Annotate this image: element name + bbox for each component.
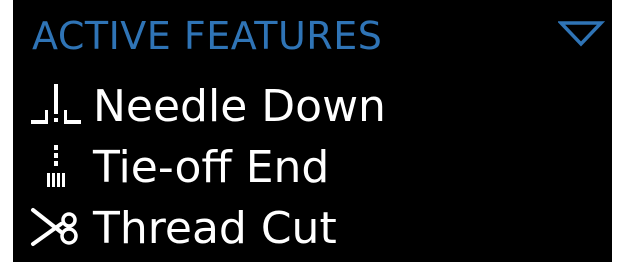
triangle-down-icon	[558, 21, 606, 47]
panel-header: ACTIVE FEATURES	[32, 10, 382, 62]
scissors-icon	[13, 200, 91, 258]
feature-label: Tie-off End	[93, 142, 330, 193]
feature-label: Thread Cut	[93, 203, 337, 254]
feature-label: Needle Down	[93, 81, 386, 132]
feature-item-thread-cut: Thread Cut	[13, 200, 337, 258]
feature-item-needle-down: Needle Down	[13, 78, 386, 136]
collapse-toggle-button[interactable]	[558, 20, 608, 52]
needle-down-icon	[13, 78, 91, 136]
tie-off-end-icon	[13, 139, 91, 197]
active-features-panel: ACTIVE FEATURES Needle Down Tie-off End …	[13, 0, 612, 262]
feature-item-tie-off-end: Tie-off End	[13, 139, 329, 197]
panel-title: ACTIVE FEATURES	[32, 14, 383, 58]
